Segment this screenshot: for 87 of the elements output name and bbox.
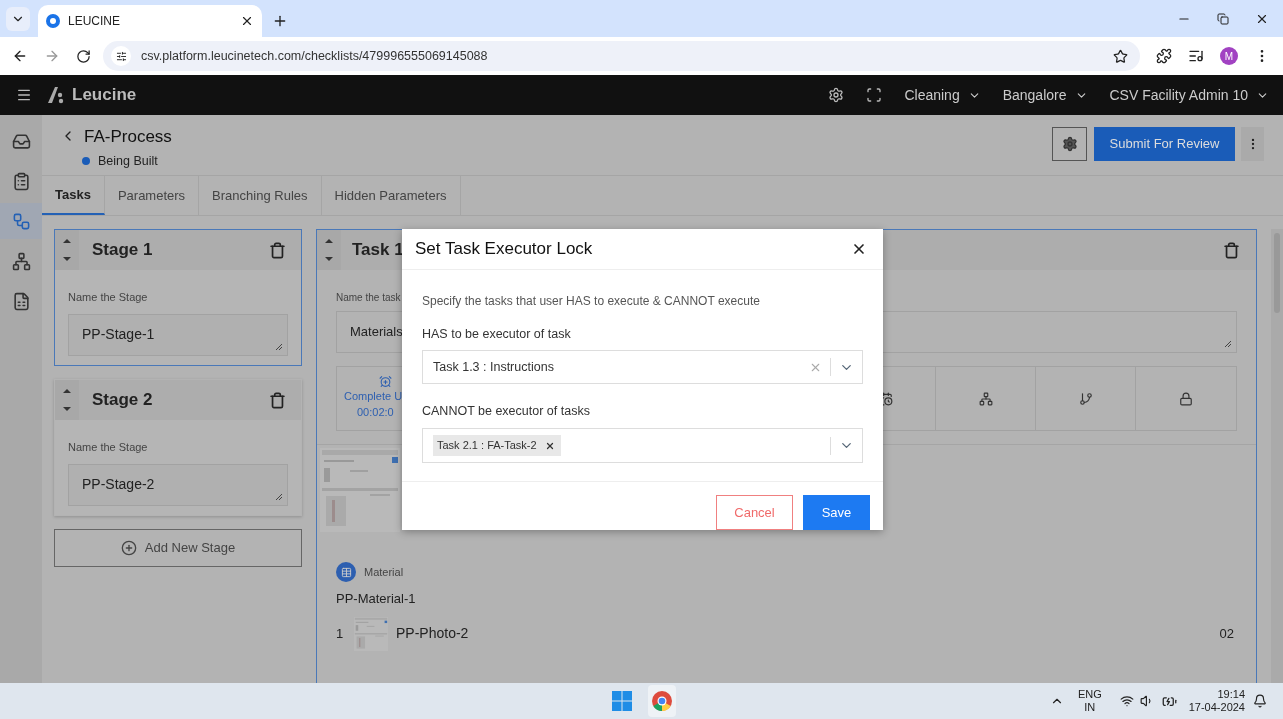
item-index: 1 xyxy=(336,624,345,643)
status-label: Being Built xyxy=(98,152,158,170)
stage-title: Stage 1 xyxy=(92,239,154,262)
material-type-label: Material xyxy=(364,564,404,580)
lock-icon xyxy=(1179,391,1193,406)
menu-icon[interactable] xyxy=(16,87,32,103)
tab[interactable]: Hidden Parameters xyxy=(321,176,461,215)
resize-handle-icon[interactable] xyxy=(1224,340,1232,348)
clock-date[interactable]: 17-04-2024 xyxy=(1188,701,1245,714)
nav-item[interactable] xyxy=(0,203,42,239)
site-settings-icon[interactable] xyxy=(111,46,131,66)
delete-icon[interactable] xyxy=(269,241,286,259)
task-select[interactable]: Task 1.3 : Instructions xyxy=(422,350,863,385)
hierarchy-icon xyxy=(978,391,993,406)
field-label: Name the Stage xyxy=(68,290,149,305)
tab-title: LEUCINE xyxy=(68,13,121,30)
selected-task-tag[interactable]: Task 2.1 : FA-Task-2 xyxy=(433,435,561,456)
settings-button[interactable] xyxy=(1052,127,1087,161)
item-name: PP-Photo-2 xyxy=(396,624,470,643)
restore-icon[interactable] xyxy=(1217,12,1229,25)
header-dropdown[interactable]: CSV Facility Admin 10 xyxy=(1109,84,1269,106)
windows-start-icon[interactable] xyxy=(612,691,632,711)
stage-card[interactable]: Stage 1 Name the Stage PP-Stage-1 xyxy=(54,229,302,366)
item-quantity: 02 xyxy=(1219,624,1234,643)
plus-circle-icon xyxy=(120,540,137,556)
brand-name: Leucine xyxy=(72,84,137,107)
new-tab-icon[interactable] xyxy=(272,13,288,29)
stage-name-field[interactable]: PP-Stage-1 xyxy=(68,313,288,356)
delete-icon[interactable] xyxy=(1223,241,1240,259)
browser-tab[interactable]: LEUCINE xyxy=(38,5,262,37)
submit-for-review-button[interactable]: Submit For Review xyxy=(1094,127,1235,161)
stage-card[interactable]: Stage 2 Name the Stage PP-Stage-2 xyxy=(54,379,302,516)
material-name: PP-Material-1 xyxy=(336,590,417,608)
back-icon[interactable] xyxy=(12,48,28,64)
field-label: HAS to be executor of task xyxy=(422,325,572,343)
address-bar[interactable]: csv.platform.leucinetech.com/checklists/479996555069145088 xyxy=(103,41,1140,71)
resize-handle-icon[interactable] xyxy=(275,492,283,501)
reorder-arrows-icon[interactable] xyxy=(55,380,79,420)
branch-icon xyxy=(1078,391,1093,406)
media-icon[interactable] xyxy=(1188,48,1204,64)
spreadsheet-icon xyxy=(11,291,31,311)
process-title: FA-Process xyxy=(84,126,172,148)
language-indicator[interactable]: ENG xyxy=(1077,688,1102,701)
reload-icon[interactable] xyxy=(76,48,91,64)
forward-icon[interactable] xyxy=(44,48,60,64)
bookmark-star-icon[interactable] xyxy=(1113,48,1128,64)
brand-logo-icon xyxy=(46,86,66,104)
wifi-icon[interactable] xyxy=(1119,694,1134,708)
field-label: Name the task xyxy=(336,291,401,305)
clock-time[interactable]: 19:14 xyxy=(1217,688,1245,701)
header-dropdown[interactable]: Bangalore xyxy=(1002,84,1088,106)
close-icon[interactable] xyxy=(240,14,254,28)
inbox-icon xyxy=(11,131,31,151)
dialog-title: Set Task Executor Lock xyxy=(415,238,594,260)
notifications-icon[interactable] xyxy=(1253,694,1267,708)
remove-icon[interactable] xyxy=(544,440,555,451)
hierarchy-icon xyxy=(11,251,31,271)
header-dropdown[interactable]: Cleaning xyxy=(904,84,981,106)
stage-title: Stage 2 xyxy=(92,389,154,412)
add-new-stage-button[interactable]: Add New Stage xyxy=(54,529,302,567)
dialog-description: Specify the tasks that user HAS to execute & CANNOT execute xyxy=(422,292,761,310)
flowchart-icon xyxy=(11,211,31,231)
profile-avatar[interactable]: M xyxy=(1220,47,1238,65)
tab[interactable]: Parameters xyxy=(104,176,200,215)
reorder-arrows-icon[interactable] xyxy=(317,230,341,270)
url-text: csv.platform.leucinetech.com/checklists/479996555069145088 xyxy=(141,47,489,65)
tab[interactable]: Branching Rules xyxy=(199,176,322,215)
site-favicon-icon xyxy=(46,14,60,28)
alarm-clock-icon xyxy=(379,375,392,388)
resize-handle-icon[interactable] xyxy=(275,342,283,351)
stage-name-field[interactable]: PP-Stage-2 xyxy=(68,463,288,506)
region-indicator[interactable]: IN xyxy=(1084,701,1096,714)
material-icon xyxy=(336,562,356,582)
delete-icon[interactable] xyxy=(269,391,286,409)
tab-list-button[interactable] xyxy=(6,6,30,31)
tab[interactable]: Tasks xyxy=(42,176,105,215)
save-button[interactable]: Save xyxy=(803,495,870,530)
reorder-arrows-icon[interactable] xyxy=(55,230,79,270)
clipboard-icon xyxy=(11,171,31,191)
extensions-icon[interactable] xyxy=(1156,48,1172,64)
task-title: Task 1 xyxy=(352,239,404,262)
gear-icon xyxy=(1061,136,1078,152)
chrome-taskbar-icon[interactable] xyxy=(648,685,676,717)
scan-icon[interactable] xyxy=(866,87,883,103)
field-label: Name the Stage xyxy=(68,440,149,455)
tasks-multi-select[interactable]: Task 2.1 : FA-Task-2 xyxy=(422,428,863,463)
settings-icon[interactable] xyxy=(828,87,845,103)
